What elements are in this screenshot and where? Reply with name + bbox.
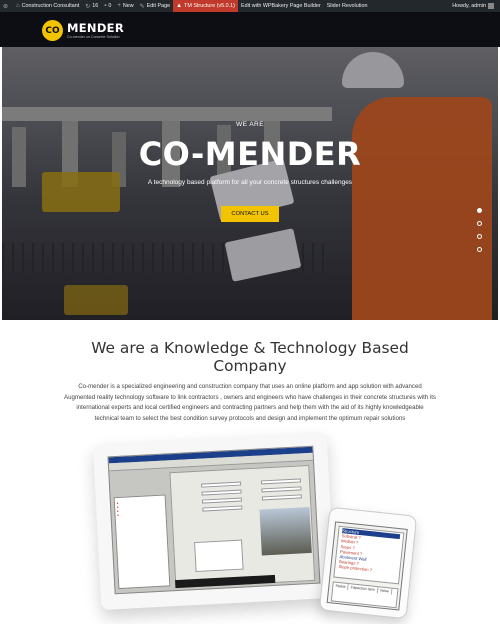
- refresh-icon: ↻: [85, 3, 91, 10]
- slider-dot[interactable]: [477, 208, 482, 213]
- contact-us-button[interactable]: CONTACT US: [221, 206, 279, 222]
- admin-slider-revolution[interactable]: Slider Revolution: [324, 0, 371, 12]
- admin-site-name[interactable]: ⌂ Construction Consultant: [13, 0, 82, 12]
- admin-new[interactable]: + New: [114, 0, 136, 12]
- phone-mockup: Structure Substrat ? Median ? Steps ? Pa…: [318, 506, 418, 620]
- hero-title: CO-MENDER: [138, 135, 362, 173]
- phone-app-screen: Structure Substrat ? Median ? Steps ? Pa…: [326, 521, 408, 611]
- form-field: [201, 481, 242, 488]
- form-field: [261, 494, 302, 501]
- phone-structure-list: Structure Substrat ? Median ? Steps ? Pa…: [333, 525, 405, 585]
- hero-subtitle: A technology based platform for all your…: [147, 179, 353, 186]
- logo-mark: CO: [42, 20, 63, 41]
- phone-inspection-table: Status Inspection Item Value: [330, 581, 399, 609]
- plus-icon: +: [117, 3, 121, 9]
- structure-tree-panel: [113, 494, 171, 590]
- admin-tm-structure[interactable]: ▲ TM Structure (v5.0.1): [173, 0, 238, 12]
- about-heading: We are a Knowledge & Technology Based Co…: [91, 339, 409, 375]
- admin-comments[interactable]: ▪ 0: [101, 0, 114, 12]
- wordpress-logo-icon[interactable]: ⊛: [0, 0, 13, 12]
- form-field: [201, 489, 242, 496]
- form-field: [201, 497, 243, 504]
- admin-wpbakery[interactable]: Edit with WPBakery Page Builder: [238, 0, 324, 12]
- admin-account[interactable]: Howdy, admin: [449, 0, 500, 12]
- admin-bar: ⊛ ⌂ Construction Consultant ↻ 16 ▪ 0 + New ✎…: [0, 0, 500, 12]
- hero-pretitle: WE ARE: [235, 121, 265, 128]
- site-logo[interactable]: CO MENDER Co-mender on Concrete Solution: [42, 20, 124, 41]
- hero-content: WE ARE CO-MENDER A technology based plat…: [2, 47, 498, 320]
- software-screenshot: ▸ ▸ ▸ ▸: [107, 445, 321, 595]
- software-tablet-mockup: ▸ ▸ ▸ ▸: [92, 431, 336, 611]
- bridge-photo: [259, 506, 312, 556]
- alert-icon: ▲: [176, 3, 183, 9]
- hero-slider: WE ARE CO-MENDER A technology based plat…: [2, 47, 498, 320]
- admin-edit-page[interactable]: ✎ Edit Page: [137, 0, 173, 12]
- slider-pagination: [477, 208, 482, 260]
- about-paragraph: Co-mender is a specialized engineering a…: [64, 383, 436, 422]
- slider-dot[interactable]: [477, 247, 482, 252]
- form-field: [261, 486, 302, 493]
- home-icon: ⌂: [16, 3, 20, 9]
- form-field: [260, 478, 302, 485]
- avatar: [488, 3, 494, 9]
- site-header: CO MENDER Co-mender on Concrete Solution: [0, 12, 500, 47]
- pencil-icon: ✎: [139, 3, 145, 10]
- form-field: [202, 505, 243, 512]
- logo-wordmark: MENDER Co-mender on Concrete Solution: [67, 20, 124, 39]
- slider-dot[interactable]: [477, 221, 482, 226]
- form-textarea: [194, 539, 244, 573]
- structure-tree: ▸ ▸ ▸ ▸: [116, 500, 120, 518]
- comment-icon: ▪: [104, 3, 107, 9]
- slider-dot[interactable]: [477, 234, 482, 239]
- admin-updates[interactable]: ↻ 16: [82, 0, 101, 12]
